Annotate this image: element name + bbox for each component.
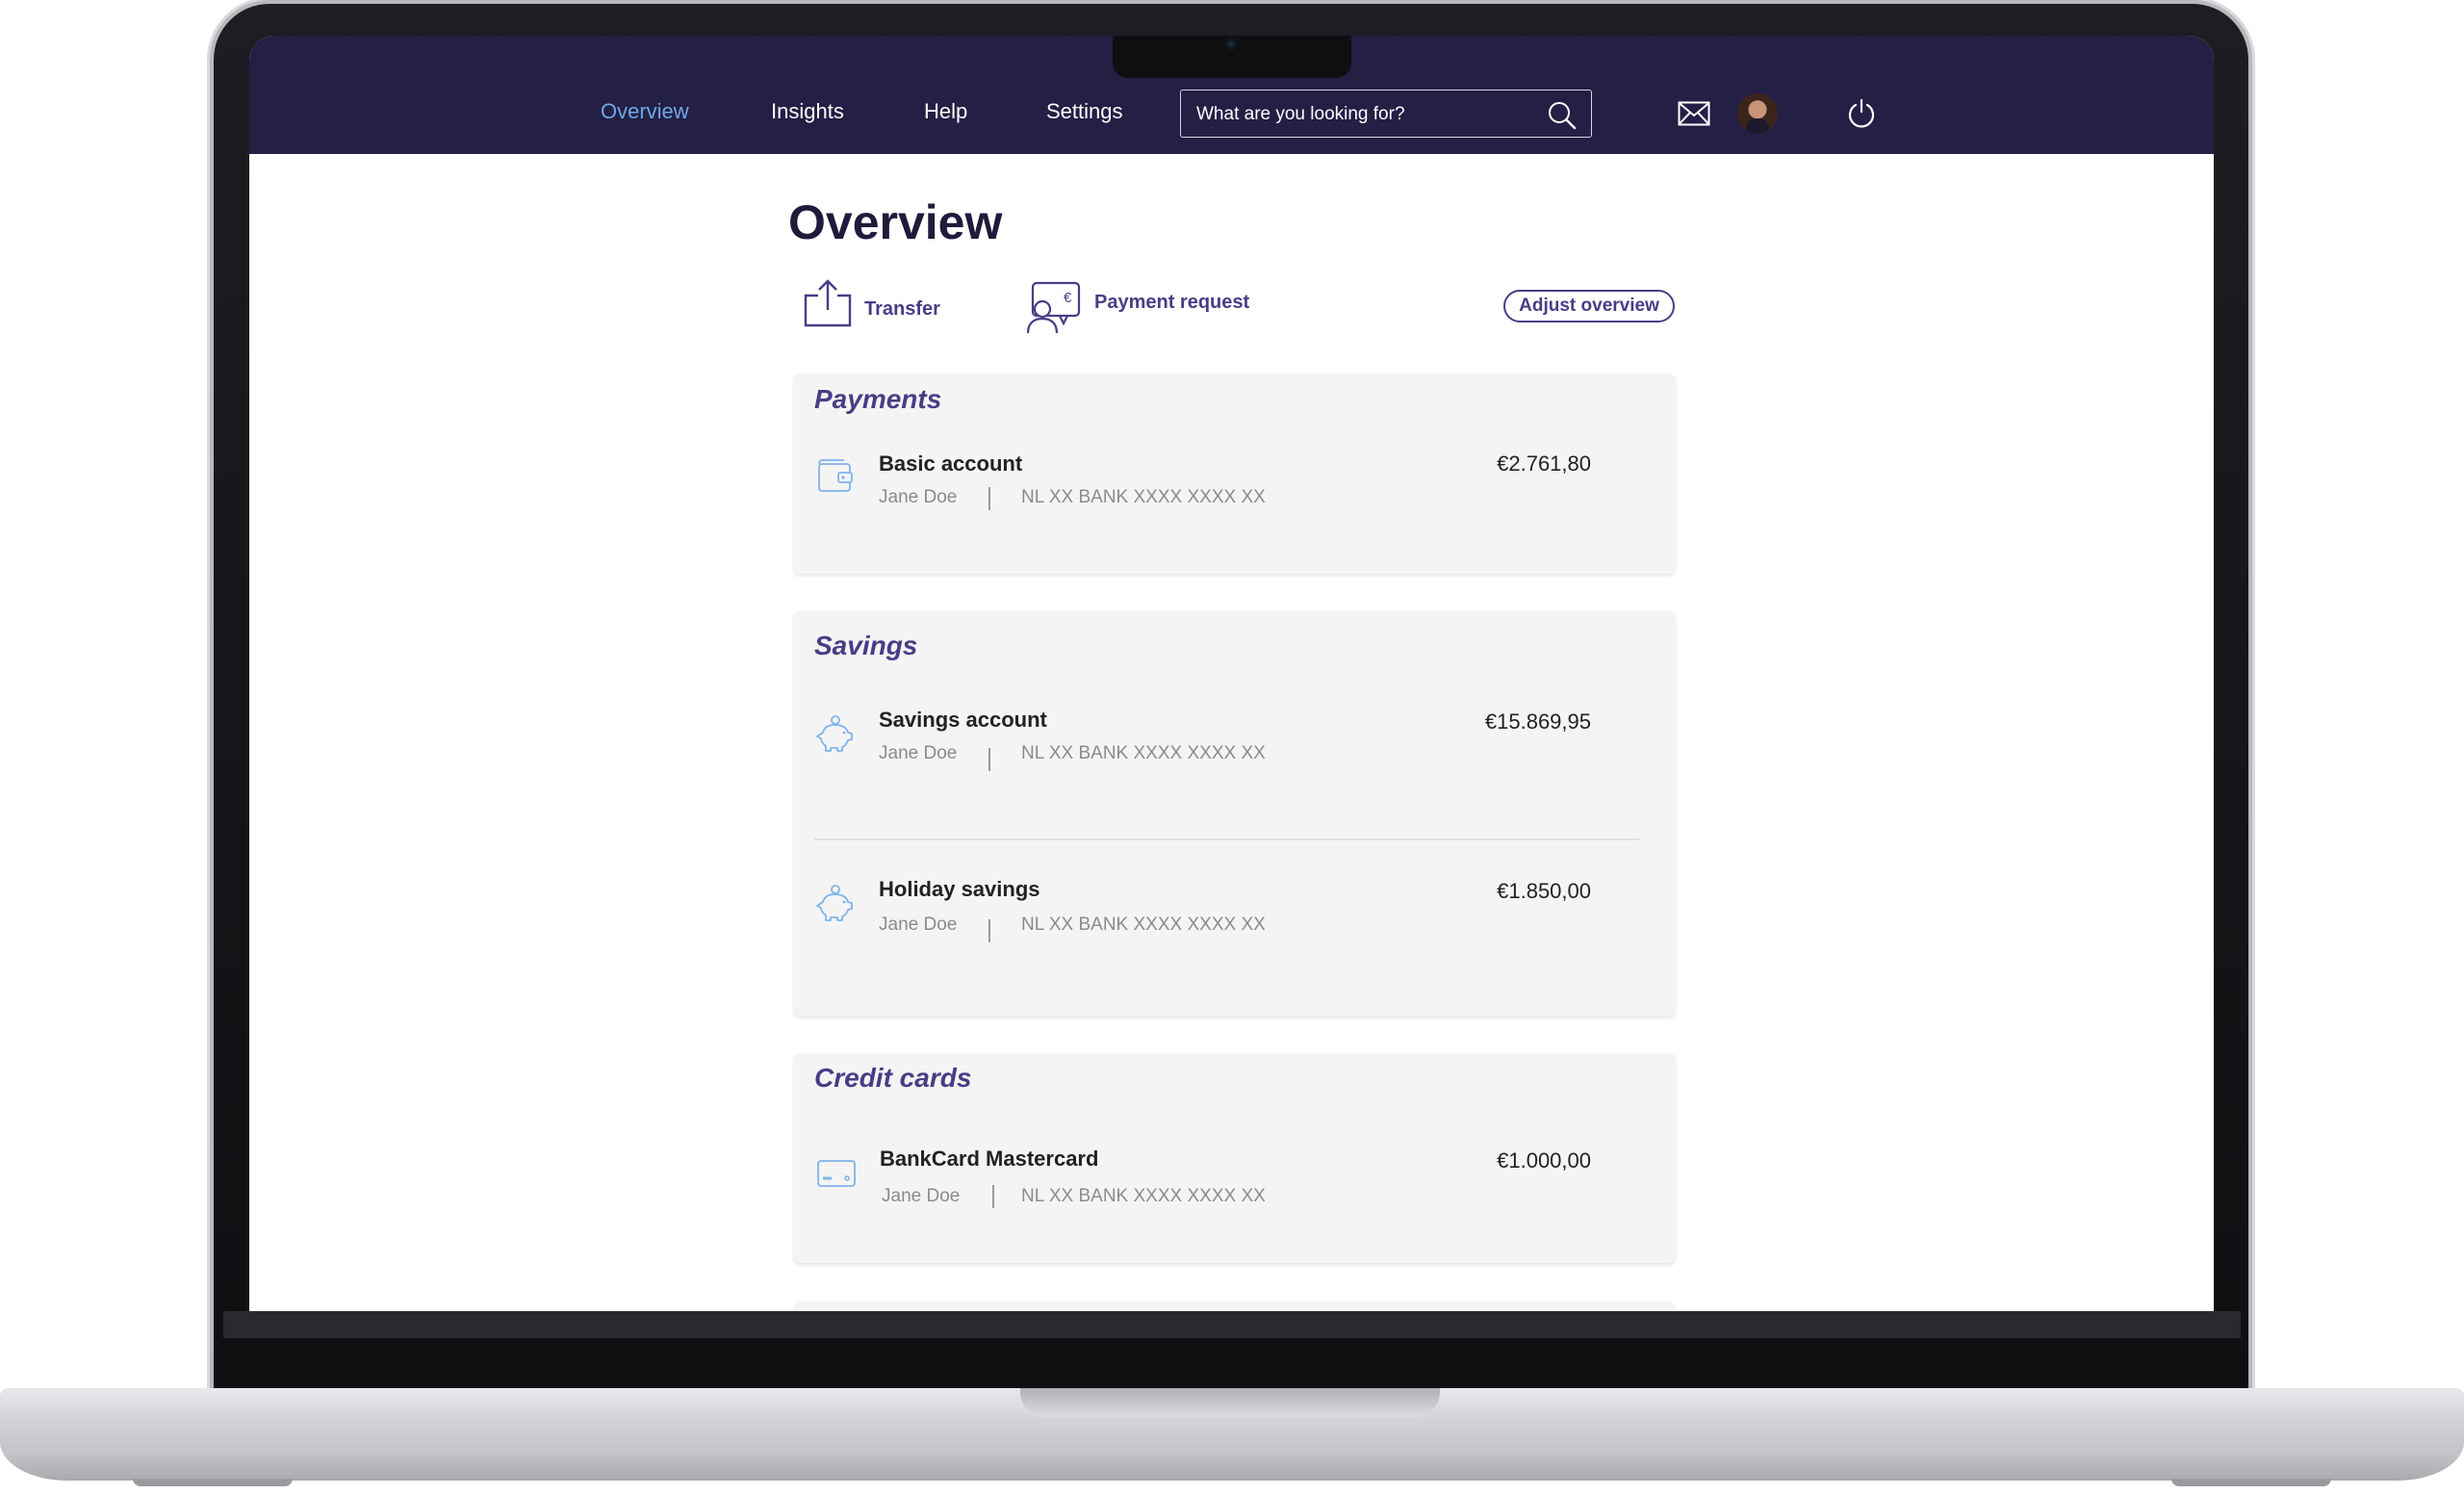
nav-settings[interactable]: Settings: [1046, 99, 1123, 124]
search-box: [1180, 90, 1592, 138]
account-owner: Jane Doe: [879, 743, 958, 763]
camera-icon: [1225, 39, 1237, 50]
nav-overview[interactable]: Overview: [601, 99, 689, 124]
account-name: Holiday savings: [879, 877, 1040, 901]
credit-card-icon: [817, 1160, 856, 1187]
payments-card: Payments Basic account Jane Doe NL XX BA…: [794, 374, 1675, 574]
piggy-bank-icon: [816, 885, 853, 921]
power-icon[interactable]: [1846, 97, 1877, 130]
laptop-foot-right: [2171, 1479, 2331, 1486]
account-row[interactable]: Holiday savings Jane Doe NL XX BANK XXXX…: [794, 877, 1675, 973]
account-row[interactable]: Basic account Jane Doe NL XX BANK XXXX X…: [794, 451, 1675, 547]
payment-request-label: Payment request: [1094, 291, 1250, 313]
upload-icon: [804, 279, 852, 327]
account-owner: Jane Doe: [882, 1186, 961, 1206]
account-name: Basic account: [879, 451, 1023, 476]
payment-request-button[interactable]: € Payment request: [1025, 281, 1249, 335]
laptop-foot-left: [133, 1479, 293, 1486]
payment-request-icon: €: [1026, 281, 1081, 334]
savings-title: Savings: [814, 631, 918, 660]
transfer-button[interactable]: Transfer: [803, 278, 940, 328]
adjust-overview-button[interactable]: Adjust overview: [1503, 290, 1675, 322]
account-owner: Jane Doe: [879, 487, 958, 507]
svg-text:€: €: [1064, 290, 1072, 306]
page-title: Overview: [788, 195, 1003, 249]
account-iban: NL XX BANK XXXX XXXX XX: [1021, 915, 1266, 935]
row-divider: [814, 838, 1639, 840]
account-row[interactable]: BankCard Mastercard Jane Doe NL XX BANK …: [794, 1146, 1675, 1242]
laptop-chin: [223, 1311, 2241, 1338]
account-balance: €1.850,00: [1497, 879, 1591, 903]
search-input[interactable]: [1196, 102, 1543, 127]
wallet-icon: [818, 459, 853, 492]
mail-icon[interactable]: [1678, 101, 1710, 126]
credit-cards-card: Credit cards BankCard Mastercard Jane Do…: [794, 1053, 1675, 1263]
account-balance: €1.000,00: [1497, 1148, 1591, 1173]
separator: [992, 1185, 994, 1208]
laptop-base-notch: [1020, 1388, 1440, 1417]
account-row[interactable]: Savings account Jane Doe NL XX BANK XXXX…: [794, 708, 1675, 804]
next-card-peek: [794, 1303, 1675, 1311]
separator: [988, 748, 990, 771]
nav-help[interactable]: Help: [924, 99, 967, 124]
credit-cards-title: Credit cards: [814, 1063, 972, 1093]
payments-title: Payments: [814, 384, 942, 414]
account-name: Savings account: [879, 708, 1047, 732]
nav-insights[interactable]: Insights: [771, 99, 844, 124]
account-balance: €2.761,80: [1497, 451, 1591, 476]
transfer-label: Transfer: [864, 297, 940, 320]
savings-card: Savings Savings account Jane Doe NL XX B…: [794, 611, 1675, 1016]
piggy-bank-icon: [816, 715, 853, 752]
account-name: BankCard Mastercard: [880, 1147, 1099, 1171]
search-icon[interactable]: [1547, 100, 1578, 131]
account-owner: Jane Doe: [879, 915, 958, 935]
account-iban: NL XX BANK XXXX XXXX XX: [1021, 1186, 1266, 1206]
account-balance: €15.869,95: [1484, 709, 1591, 734]
user-avatar[interactable]: [1737, 93, 1778, 134]
account-iban: NL XX BANK XXXX XXXX XX: [1021, 743, 1266, 763]
separator: [988, 487, 990, 510]
separator: [988, 919, 990, 942]
screen: Overview Insights Help Settings Overview: [249, 36, 2214, 1311]
account-iban: NL XX BANK XXXX XXXX XX: [1021, 487, 1266, 507]
